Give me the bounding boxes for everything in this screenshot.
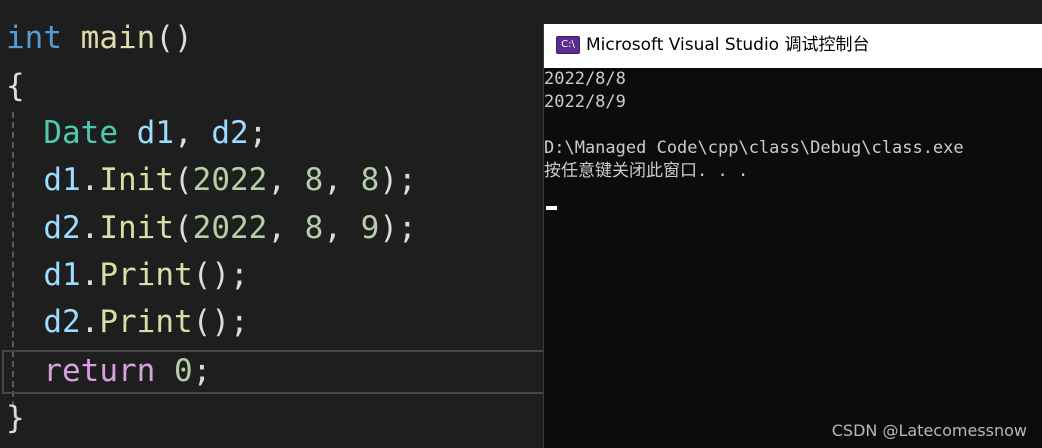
open-paren: ( (173, 162, 193, 198)
function-print: Print (99, 257, 193, 293)
console-output: 2022/8/8 2022/8/9 D:\Managed Code\cpp\cla… (544, 68, 1042, 183)
open-paren: ( (173, 210, 193, 246)
code-line-2: { (6, 66, 25, 106)
comma: , (267, 210, 286, 246)
function-init: Init (99, 162, 174, 198)
output-line: 2022/8/8 (544, 69, 626, 89)
dot: . (80, 210, 100, 246)
code-line-9: } (6, 398, 25, 438)
var-d2: d2 (43, 210, 81, 246)
number-literal: 8 (304, 162, 324, 198)
number-literal: 2022 (192, 162, 268, 198)
output-line: D:\Managed Code\cpp\class\Debug\class.ex… (544, 138, 964, 158)
keyword-return: return (43, 353, 156, 389)
console-title: Microsoft Visual Studio 调试控制台 (586, 35, 870, 55)
watermark: CSDN @Latecomessnow (831, 421, 1027, 440)
var-d2: d2 (43, 304, 81, 340)
code-line-6: d1.Print(); (6, 255, 249, 295)
comma: , (267, 162, 286, 198)
code-line-7: d2.Print(); (6, 302, 249, 342)
keyword-int: int (6, 20, 62, 56)
comma: , (323, 210, 342, 246)
type-date: Date (43, 115, 118, 151)
var-d1: d1 (43, 162, 81, 198)
parens-semicolon: (); (192, 304, 249, 340)
function-init: Init (99, 210, 174, 246)
var-d1: d1 (136, 115, 174, 151)
parens-semicolon: (); (192, 257, 249, 293)
console-titlebar[interactable]: C:\ Microsoft Visual Studio 调试控制台 (544, 24, 1042, 68)
close-paren-semicolon: ); (379, 162, 417, 198)
function-main: main (80, 20, 156, 56)
number-literal: 2022 (192, 210, 268, 246)
open-brace: { (6, 68, 25, 104)
var-d1: d1 (43, 257, 81, 293)
debug-console-window[interactable]: C:\ Microsoft Visual Studio 调试控制台 2022/8… (543, 24, 1042, 448)
semicolon: ; (192, 353, 212, 389)
output-line: 2022/8/9 (544, 92, 626, 112)
dot: . (80, 304, 100, 340)
dot: . (80, 162, 100, 198)
code-line-1: int main() (6, 18, 193, 58)
parens: () (155, 20, 193, 56)
close-brace: } (6, 400, 25, 436)
output-line: 按任意键关闭此窗口. . . (544, 161, 749, 181)
number-literal: 8 (304, 210, 324, 246)
number-literal: 9 (360, 210, 380, 246)
console-app-icon: C:\ (556, 36, 580, 54)
number-literal: 8 (360, 162, 380, 198)
comma: , (173, 115, 193, 151)
code-line-4: d1.Init(2022, 8, 8); (6, 160, 417, 200)
dot: . (80, 257, 100, 293)
console-cursor (546, 206, 557, 210)
code-line-8: return 0; (6, 351, 211, 391)
semicolon: ; (248, 115, 268, 151)
function-print: Print (99, 304, 193, 340)
code-line-3: Date d1, d2; (6, 113, 267, 153)
number-literal: 0 (173, 353, 193, 389)
var-d2: d2 (211, 115, 249, 151)
close-paren-semicolon: ); (379, 210, 417, 246)
comma: , (323, 162, 342, 198)
code-line-5: d2.Init(2022, 8, 9); (6, 208, 417, 248)
